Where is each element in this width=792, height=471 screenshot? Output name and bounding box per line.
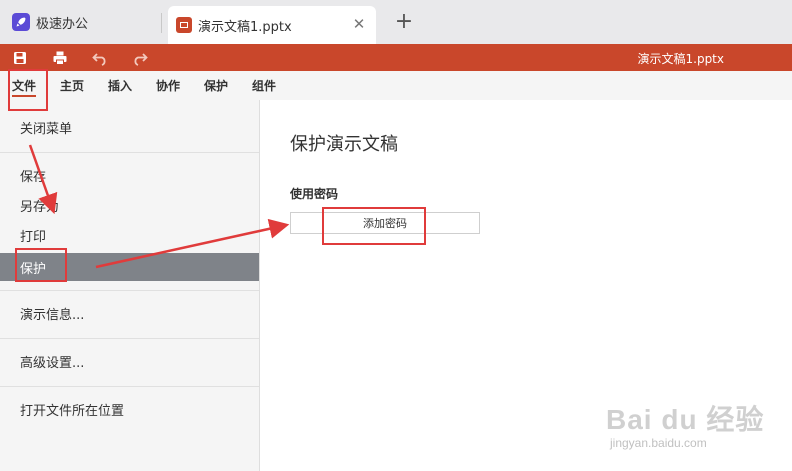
watermark-logo: Bai du 经验 — [606, 404, 765, 435]
menu-protect[interactable]: 保护 — [204, 71, 228, 100]
file-menu-sidebar: 关闭菜单 保存 另存为 打印 保护 演示信息... 高级设置... 打开文件所在… — [0, 100, 260, 471]
menu-home[interactable]: 主页 — [60, 71, 84, 100]
page-title: 保护演示文稿 — [290, 134, 398, 155]
menu-insert[interactable]: 插入 — [108, 71, 132, 100]
sidebar-item-print[interactable]: 打印 — [0, 221, 259, 249]
sidebar-item-save[interactable]: 保存 — [0, 161, 259, 189]
sidebar-divider — [0, 290, 259, 291]
watermark: Bai du 经验 jingyan.baidu.com — [606, 398, 763, 458]
add-tab-button[interactable]: + — [394, 11, 414, 33]
annotation-box-add-password — [322, 207, 426, 245]
undo-icon[interactable] — [90, 48, 110, 67]
tab-separator — [161, 13, 162, 33]
sidebar-item-save-as[interactable]: 另存为 — [0, 191, 259, 219]
annotation-box-protect — [15, 248, 67, 282]
menu-plugins[interactable]: 组件 — [252, 71, 276, 100]
tab-bar: 极速办公 演示文稿1.pptx ✕ + — [0, 0, 792, 44]
sidebar-item-open-location[interactable]: 打开文件所在位置 — [0, 395, 259, 423]
annotation-box-file — [8, 69, 48, 111]
sidebar-item-info[interactable]: 演示信息... — [0, 299, 259, 327]
sidebar-divider — [0, 338, 259, 339]
sidebar-item-close-menu[interactable]: 关闭菜单 — [0, 113, 259, 141]
sidebar-divider — [0, 152, 259, 153]
rocket-icon — [12, 13, 30, 31]
ribbon-menu-bar: 文件 主页 插入 协作 保护 组件 — [0, 71, 792, 100]
print-icon[interactable] — [50, 48, 70, 67]
tab-home-label: 极速办公 — [36, 16, 89, 32]
tab-document-label: 演示文稿1.pptx — [198, 19, 292, 35]
save-icon[interactable] — [10, 48, 30, 67]
sidebar-divider — [0, 386, 259, 387]
watermark-url: jingyan.baidu.com — [610, 436, 707, 450]
tab-document[interactable]: 演示文稿1.pptx ✕ — [168, 6, 376, 44]
sidebar-item-advanced-settings[interactable]: 高级设置... — [0, 347, 259, 375]
presentation-icon — [176, 17, 192, 33]
title-bar: 演示文稿1.pptx — [0, 44, 792, 71]
menu-collaborate[interactable]: 协作 — [156, 71, 180, 100]
tab-home[interactable]: 极速办公 — [0, 0, 160, 44]
redo-icon[interactable] — [130, 48, 150, 67]
close-icon[interactable]: ✕ — [350, 15, 368, 33]
password-section-label: 使用密码 — [290, 187, 339, 201]
document-title: 演示文稿1.pptx — [637, 52, 725, 66]
